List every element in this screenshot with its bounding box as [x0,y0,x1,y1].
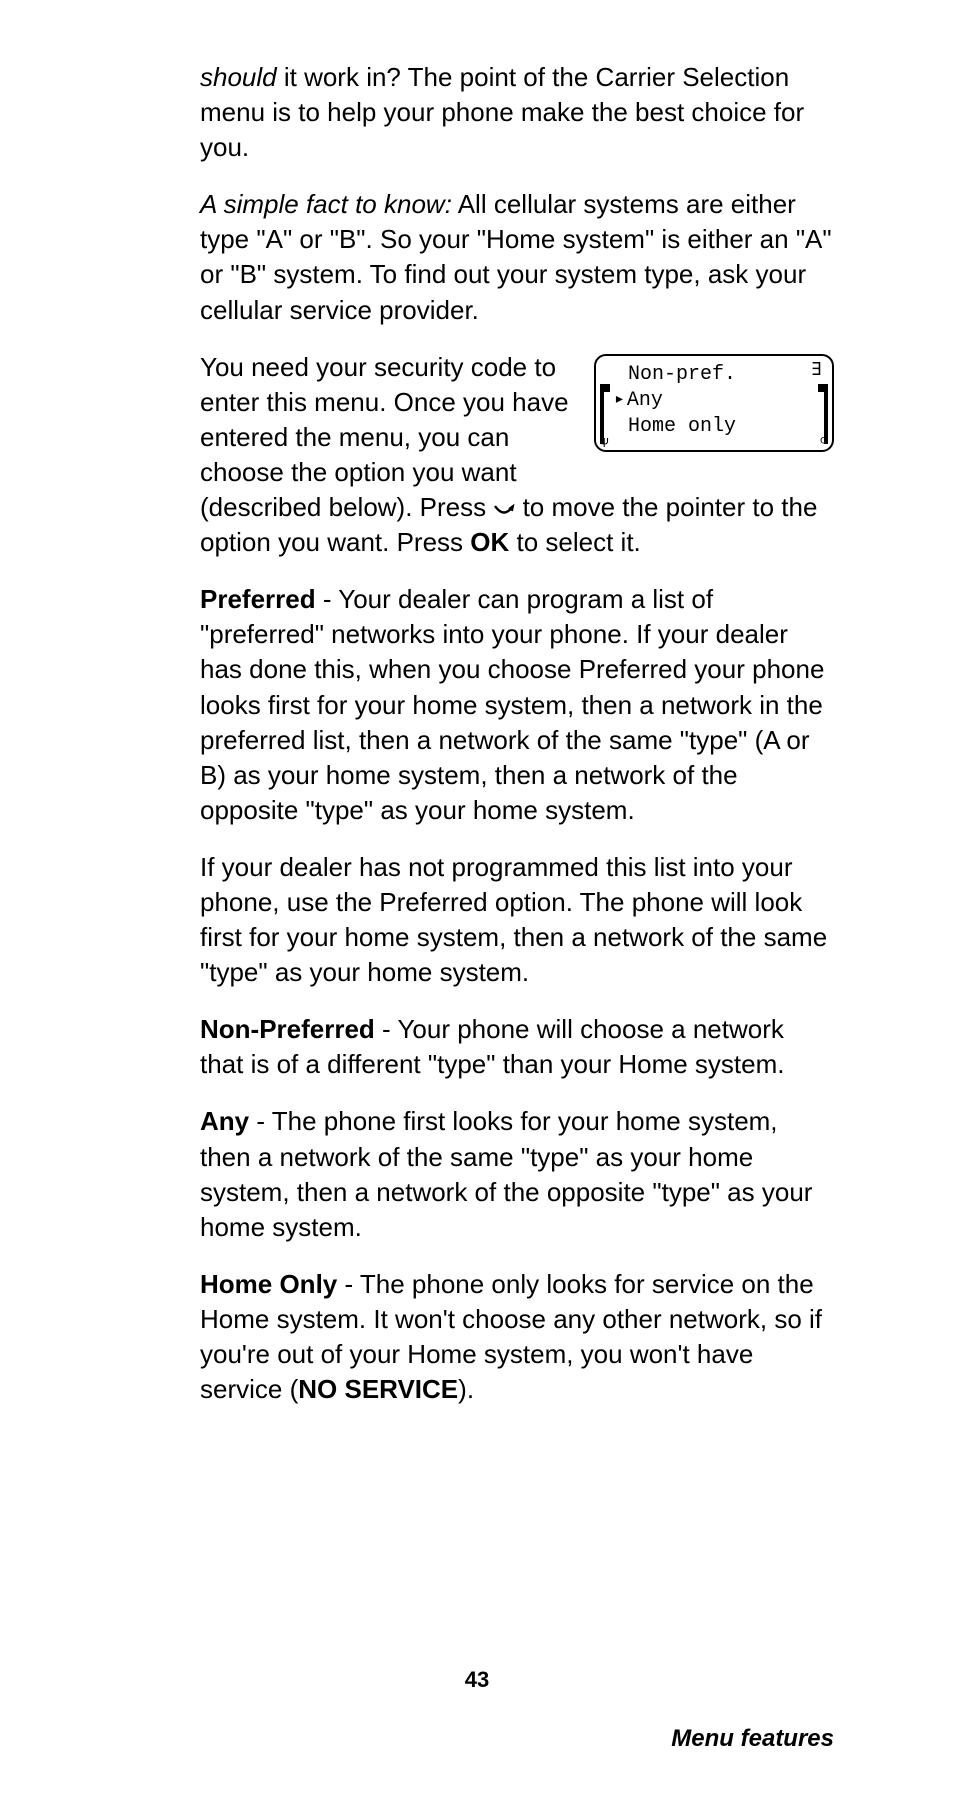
ok-bold: OK [470,527,509,557]
fact-para: A simple fact to know: All cellular syst… [200,187,834,327]
screen-line-any: ▸Any [606,388,822,414]
down-arrow-icon [493,493,515,528]
intro-rest: it work in? The point of the Carrier Sel… [200,62,804,162]
screen-line-homeonly: Home only [628,414,822,440]
antenna-right-icon: ᴼ [820,435,828,453]
preferred-para-2: If your dealer has not programmed this l… [200,850,834,990]
footer-section-title: Menu features [671,1725,834,1753]
preferred-head: Preferred [200,584,316,614]
noservice-bold: NO SERVICE [298,1374,458,1404]
fact-lead-italic: A simple fact to know: [200,189,452,219]
nonpreferred-para: Non-Preferred - Your phone will choose a… [200,1012,834,1082]
homeonly-head: Home Only [200,1269,337,1299]
homeonly-para: Home Only - The phone only looks for ser… [200,1267,834,1407]
caret-icon: ▸ [614,389,625,412]
lead-word-italic: should [200,62,277,92]
screen-box: ∃ Non-pref. ▸Any Home only Ψ ᴼ [594,354,834,452]
screen-any-text: Any [627,388,663,414]
preferred-body: - Your dealer can program a list of "pre… [200,584,824,825]
security-post2: to select it. [509,527,641,557]
homeonly-tail: ). [458,1374,474,1404]
any-body: - The phone first looks for your home sy… [200,1106,812,1241]
page-number: 43 [0,1667,954,1693]
screen-line-nonpref: Non-pref. [628,362,822,388]
nonpreferred-head: Non-Preferred [200,1014,375,1044]
intro-para-1: should it work in? The point of the Carr… [200,60,834,165]
any-para: Any - The phone first looks for your hom… [200,1104,834,1244]
antenna-left-icon: Ψ [600,435,608,453]
phone-screen-illustration: ∃ Non-pref. ▸Any Home only Ψ ᴼ [594,350,834,452]
preferred-para: Preferred - Your dealer can program a li… [200,582,834,828]
any-head: Any [200,1106,249,1136]
signal-icon: ∃ [811,360,822,383]
